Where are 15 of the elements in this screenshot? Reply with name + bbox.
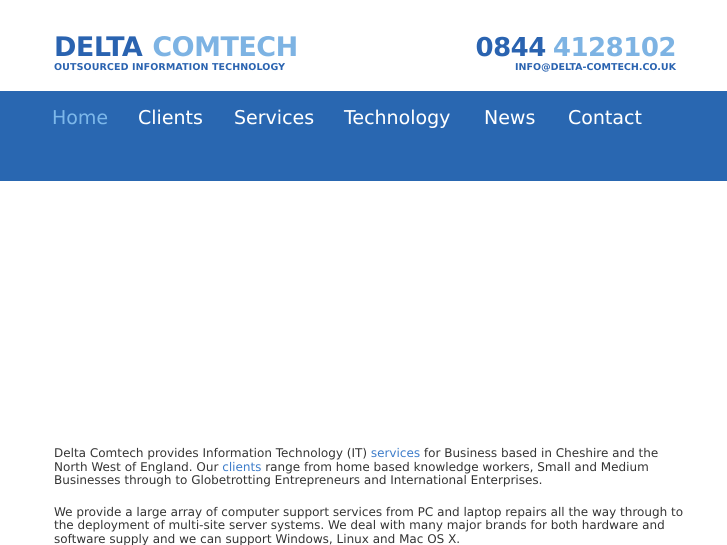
nav-link[interactable]: Services — [234, 106, 344, 130]
text-link[interactable]: clients — [222, 460, 262, 474]
nav-link[interactable]: Technology — [344, 106, 484, 130]
nav-link[interactable]: Contact — [568, 106, 668, 130]
text-link[interactable]: services — [370, 446, 420, 460]
body-paragraph: Delta Comtech provides Information Technology (IT) services for Business based in Cheshire and the North West of England. Our clients range from home based knowledge workers, Small and Medium Businesses through to Globetrotting Entrepreneurs and International Enterprises. — [54, 447, 660, 488]
nav-link[interactable]: News — [484, 106, 568, 130]
phone-number: 4128102 — [552, 34, 676, 62]
logo-word: DELTA — [54, 34, 142, 62]
email-link[interactable]: INFO@DELTA-COMTECH.CO.UK — [515, 62, 676, 73]
logo-tagline: OUTSOURCED INFORMATION TECHNOLOGY — [54, 62, 286, 73]
phone-number: 0844 — [475, 34, 546, 62]
nav-link[interactable]: Clients — [138, 106, 234, 130]
logo-word: COMTECH — [152, 34, 298, 62]
body-paragraph: We provide a large array of computer support services from PC and laptop repairs all the way through to the deployment of multi-site server systems. We deal with many major brands for both hardware and software supply and we can support Windows, Linux and Mac OS X. — [54, 506, 684, 545]
